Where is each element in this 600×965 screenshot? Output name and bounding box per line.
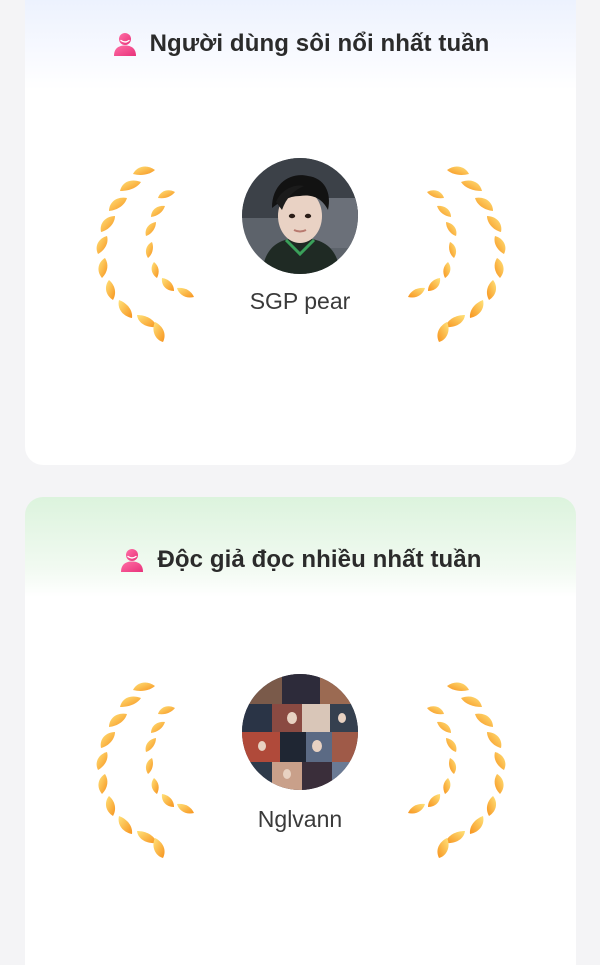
card-header: Độc giả đọc nhiều nhất tuần [25, 546, 576, 574]
user-name[interactable]: Nglvann [150, 806, 450, 833]
person-icon [121, 549, 144, 572]
card-header: Người dùng sôi nổi nhất tuần [25, 30, 576, 58]
user-avatar[interactable] [242, 158, 358, 274]
page: Người dùng sôi nổi nhất tuần SGP pear Độ… [0, 0, 600, 965]
user-name[interactable]: SGP pear [150, 288, 450, 315]
card-top-readers: Độc giả đọc nhiều nhất tuần Nglvann [25, 497, 576, 965]
person-icon [113, 33, 136, 56]
card-title: Người dùng sôi nổi nhất tuần [149, 30, 490, 57]
laurel-left-icon [67, 150, 197, 350]
card-most-active-users: Người dùng sôi nổi nhất tuần SGP pear [25, 0, 576, 465]
laurel-right-icon [405, 150, 535, 350]
user-avatar[interactable] [242, 674, 358, 790]
laurel-left-icon [67, 666, 197, 866]
laurel-right-icon [405, 666, 535, 866]
card-title: Độc giả đọc nhiều nhất tuần [157, 546, 482, 573]
